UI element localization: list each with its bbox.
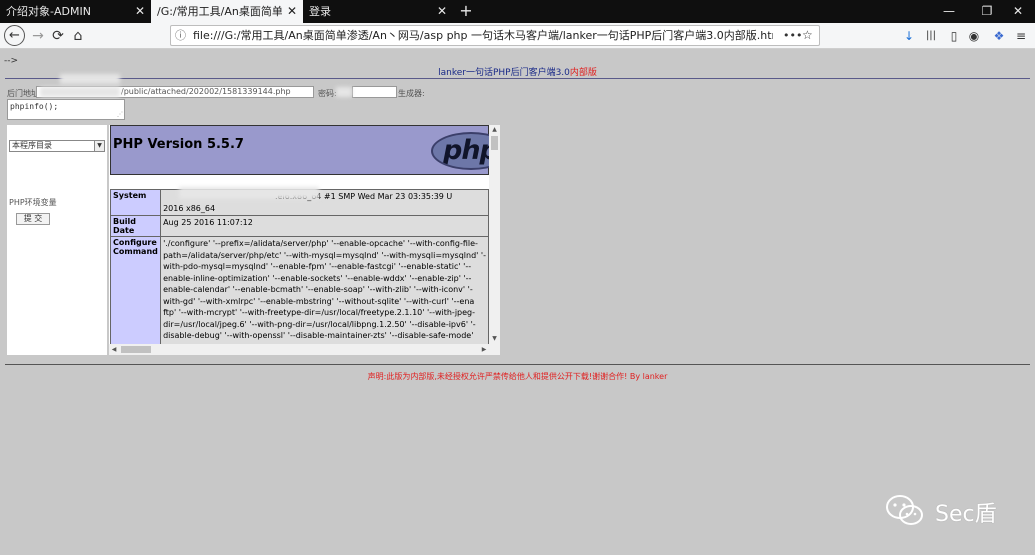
- phpinfo-value-line: disable-debug' '--with-openssl' '--disab…: [163, 331, 474, 340]
- phpinfo-value-line: dir=/usr/local/jpeg.6' '--with-png-dir=/…: [163, 319, 476, 329]
- phpinfo-value-line: ftp' '--with-mcrypt' '--with-freetype-di…: [163, 308, 476, 317]
- vertical-scrollbar[interactable]: ▲ ▼: [489, 125, 500, 344]
- shell-url-label: 后门地址: [7, 89, 39, 98]
- footer-divider: [5, 364, 1030, 365]
- tab-bar: 介绍对象-ADMIN ✕ /G:/常用工具/An桌面简单渗透/An ✕ 登录 ✕…: [0, 0, 1035, 23]
- tab-label: 登录: [309, 5, 331, 18]
- phpinfo-key: System: [109, 189, 162, 216]
- phpinfo-value-line: enable-calendar' '--enable-bcmath' '--en…: [163, 285, 473, 294]
- forward-icon[interactable]: →: [28, 26, 48, 46]
- wechat-icon: [886, 495, 923, 525]
- phpinfo-frame[interactable]: PHP Version 5.5.7 php System .el6.x86_64…: [109, 125, 500, 355]
- back-icon[interactable]: ←: [4, 25, 25, 46]
- phpinfo-value-line: path=/alidata/server/php/etc' '--with-my…: [163, 250, 486, 260]
- redaction-blur: [40, 87, 120, 97]
- php-version-title: PHP Version 5.5.7: [113, 137, 244, 152]
- page-actions-icon[interactable]: •••: [783, 26, 802, 45]
- tab-local-file[interactable]: /G:/常用工具/An桌面简单渗透/An ✕: [151, 0, 303, 23]
- php-env-label: PHP环境变量: [9, 198, 57, 207]
- phpinfo-key: Build Date: [109, 215, 162, 237]
- menu-icon[interactable]: ≡: [1012, 26, 1030, 46]
- code-text: phpinfo();: [10, 102, 59, 111]
- page-title-suffix: 内部版: [569, 68, 597, 78]
- redaction-blur: [179, 187, 319, 199]
- footer-disclaimer: 声明:此版为内部版,未经授权允许严禁传给他人和提供公开下载!谢谢合作! By l…: [367, 372, 668, 381]
- directory-select[interactable]: 本程序目录 ▼: [9, 140, 105, 152]
- page-content: --> lanker一句话PHP后门客户端3.0内部版 后门地址 /public…: [0, 50, 1035, 555]
- phpinfo-table: System .el6.x86_64 #1 SMP Wed Mar 23 03:…: [109, 189, 489, 355]
- password-input[interactable]: [352, 86, 397, 98]
- minimize-icon[interactable]: —: [932, 0, 966, 23]
- scroll-right-icon[interactable]: ▶: [479, 344, 489, 355]
- watermark: Sec盾: [885, 493, 1005, 533]
- window-close-icon[interactable]: ✕: [1001, 0, 1035, 23]
- title-divider: [5, 78, 1030, 79]
- directory-select-value: 本程序目录: [12, 141, 52, 150]
- phpinfo-value: './configure' '--prefix=/alidata/server/…: [160, 236, 489, 355]
- phpinfo-header: PHP Version 5.5.7 php: [110, 125, 500, 175]
- phpinfo-key: Configure Command: [109, 236, 162, 355]
- watermark-text: Sec盾: [935, 502, 997, 527]
- code-textarea[interactable]: phpinfo(); ⋰: [7, 99, 125, 120]
- password-label: 密码:: [318, 89, 337, 98]
- chevron-down-icon[interactable]: ▼: [94, 141, 104, 151]
- resize-grip-icon[interactable]: ⋰: [117, 110, 123, 119]
- scroll-up-icon[interactable]: ▲: [489, 125, 500, 135]
- left-panel: 本程序目录 ▼ PHP环境变量 提 交: [7, 125, 107, 355]
- page-title: lanker一句话PHP后门客户端3.0内部版: [0, 65, 1035, 78]
- bookmark-star-icon[interactable]: ☆: [802, 26, 813, 45]
- page-info-icon[interactable]: ⓘ: [175, 28, 186, 43]
- account-icon[interactable]: ◉: [965, 26, 983, 46]
- generator-label: 生成器:: [398, 89, 425, 98]
- maximize-icon[interactable]: ❐: [970, 0, 1004, 23]
- phpinfo-value: Aug 25 2016 11:07:12: [160, 215, 489, 237]
- scroll-left-icon[interactable]: ◀: [109, 344, 119, 355]
- extension-icon[interactable]: ❖: [990, 26, 1008, 46]
- phpinfo-value-line: Aug 25 2016 11:07:12: [163, 218, 253, 227]
- phpinfo-value-line: with-pdo-mysql=mysqlnd' '--enable-fpm' '…: [163, 262, 472, 271]
- tab-close-icon[interactable]: ✕: [437, 0, 447, 23]
- redaction-blur: [336, 87, 352, 97]
- tab-login[interactable]: 登录 ✕: [303, 0, 453, 23]
- home-icon[interactable]: ⌂: [68, 26, 88, 46]
- phpinfo-value-line: 2016 x86_64: [163, 203, 216, 213]
- scroll-down-icon[interactable]: ▼: [489, 334, 500, 344]
- tab-label: 介绍对象-ADMIN: [6, 5, 91, 18]
- tab-label: /G:/常用工具/An桌面简单渗透/An: [157, 5, 282, 18]
- scrollbar-thumb[interactable]: [491, 136, 498, 150]
- submit-button[interactable]: 提 交: [16, 213, 50, 225]
- nav-bar: ← → ⟳ ⌂ ⓘ file:///G:/常用工具/An桌面简单渗透/An丶网马…: [0, 23, 1035, 49]
- phpinfo-value-line: with-gd' '--with-xmlrpc' '--enable-mbstr…: [163, 296, 475, 306]
- address-bar[interactable]: ⓘ file:///G:/常用工具/An桌面简单渗透/An丶网马/asp php…: [170, 25, 820, 46]
- phpinfo-value-line: './configure' '--prefix=/alidata/server/…: [163, 239, 478, 248]
- horizontal-scrollbar[interactable]: ◀ ▶: [109, 344, 500, 355]
- page-title-main: lanker一句话PHP后门客户端3.0: [438, 68, 570, 78]
- sidebar-icon[interactable]: ▯: [945, 26, 963, 46]
- library-icon[interactable]: |||: [922, 26, 940, 46]
- download-icon[interactable]: ↓: [900, 26, 918, 46]
- phpinfo-row: Build Date Aug 25 2016 11:07:12: [109, 215, 489, 237]
- tab-close-icon[interactable]: ✕: [287, 0, 297, 23]
- tab-close-icon[interactable]: ✕: [135, 0, 145, 23]
- scrollbar-thumb[interactable]: [121, 346, 151, 353]
- new-tab-icon[interactable]: +: [455, 0, 477, 23]
- redaction-blur: [60, 74, 120, 84]
- tab-intro-admin[interactable]: 介绍对象-ADMIN ✕: [0, 0, 151, 23]
- url-text[interactable]: file:///G:/常用工具/An桌面简单渗透/An丶网马/asp php 一…: [193, 26, 773, 45]
- reload-icon[interactable]: ⟳: [48, 26, 68, 46]
- phpinfo-row: Configure Command './configure' '--prefix…: [109, 236, 489, 355]
- phpinfo-value-line: enable-inline-optimization' '--enable-so…: [163, 273, 472, 283]
